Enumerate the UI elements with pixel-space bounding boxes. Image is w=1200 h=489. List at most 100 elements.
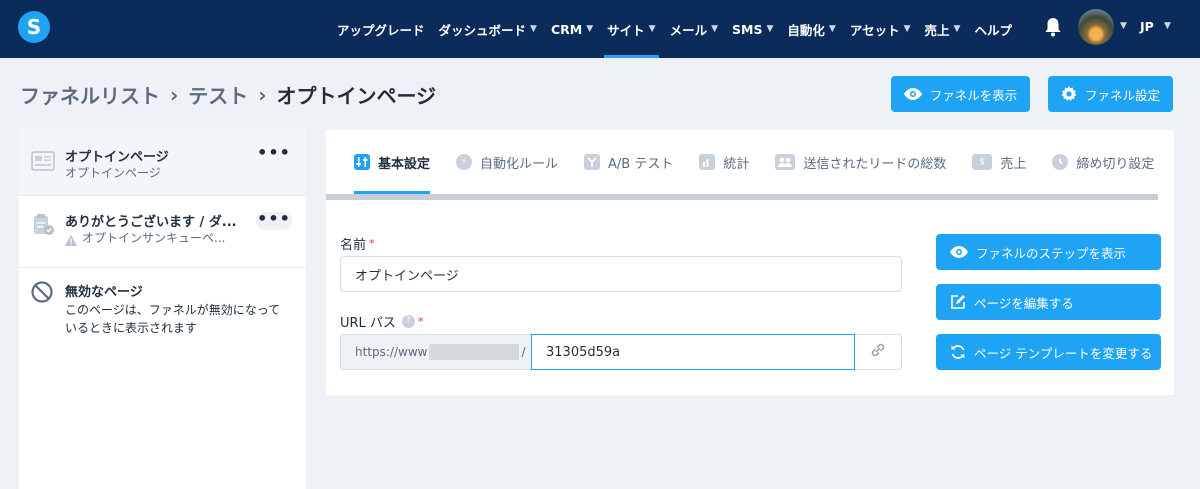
page-card-subtitle: オプトインサンキューペ... bbox=[82, 231, 226, 245]
tab-total-leads[interactable]: 送信されたリードの総数 bbox=[775, 130, 946, 194]
page-card-thankyou[interactable]: ありがとうございます / ダ... オプトインサンキューペ... ••• bbox=[19, 196, 306, 268]
disabled-icon bbox=[31, 281, 53, 307]
chevron-down-icon: ▼ bbox=[766, 24, 774, 34]
thankyou-page-icon bbox=[31, 213, 55, 241]
refresh-icon bbox=[950, 344, 966, 360]
chevron-down-icon: ▼ bbox=[586, 24, 594, 34]
help-icon[interactable]: ? bbox=[401, 315, 415, 328]
edit-icon bbox=[950, 294, 966, 310]
nav-item-label: アセット bbox=[849, 22, 900, 38]
page-card-disabled[interactable]: 無効なページ このページは、ファネルが無効になって いるときに表示されます bbox=[19, 268, 306, 358]
chevron-down-icon: ▼ bbox=[828, 24, 836, 34]
warning-icon bbox=[65, 231, 77, 250]
tab-label: A/B テスト bbox=[608, 156, 674, 172]
show-funnel-steps-button[interactable]: ファネルのステップを表示 bbox=[936, 234, 1161, 270]
tab-deadline-settings[interactable]: 締め切り設定 bbox=[1052, 130, 1154, 194]
breadcrumb-current-page: オプトインページ bbox=[276, 84, 437, 108]
tab-ab-test[interactable]: A/B テスト bbox=[584, 130, 673, 194]
chevron-down-icon: ▼ bbox=[903, 24, 911, 34]
show-funnel-label: ファネルを表示 bbox=[929, 87, 1018, 103]
nav-item-label: SMS bbox=[732, 21, 763, 37]
tab-label: 自動化ルール bbox=[480, 156, 559, 172]
breadcrumb-funnel[interactable]: テスト bbox=[188, 80, 248, 109]
more-options-button[interactable]: ••• bbox=[256, 211, 292, 230]
redacted-domain bbox=[429, 344, 520, 360]
chevron-down-icon[interactable]: ▼ bbox=[1120, 21, 1127, 31]
chevron-down-icon[interactable]: ▼ bbox=[1164, 21, 1171, 31]
page-card-title: ありがとうございます / ダ... bbox=[65, 215, 237, 230]
nav-item-email[interactable]: メール ▼ bbox=[663, 0, 725, 58]
breadcrumb-separator: › bbox=[170, 82, 179, 107]
nav-item-sales[interactable]: 売上 ▼ bbox=[918, 0, 968, 58]
link-icon bbox=[869, 341, 887, 363]
main-menu: アップグレード ダッシュボード ▼ CRM ▼ サイト ▼ メール ▼ SMS ▼ 自動化… bbox=[330, 0, 1019, 58]
tab-stats[interactable]: 統計 bbox=[699, 130, 749, 194]
url-path-input[interactable] bbox=[531, 334, 855, 370]
optin-page-icon bbox=[31, 151, 55, 175]
show-funnel-steps-label: ファネルのステップを表示 bbox=[976, 245, 1127, 261]
nav-item-sms[interactable]: SMS ▼ bbox=[725, 0, 780, 58]
top-navbar: S アップグレード ダッシュボード ▼ CRM ▼ サイト ▼ メール ▼ SMS ▼ 自… bbox=[0, 0, 1200, 58]
show-funnel-button[interactable]: ファネルを表示 bbox=[891, 76, 1030, 112]
split-icon bbox=[584, 154, 601, 170]
breadcrumb: ファネルリスト › テスト › オプトインページ bbox=[20, 80, 436, 109]
nav-item-help[interactable]: ヘルプ bbox=[967, 0, 1019, 58]
name-label-text: 名前 bbox=[340, 238, 367, 253]
url-path-label: URL パス ? * bbox=[340, 312, 423, 331]
nav-item-automation[interactable]: 自動化 ▼ bbox=[780, 0, 842, 58]
funnel-settings-button[interactable]: ファネル設定 bbox=[1048, 76, 1173, 112]
url-prefix-start: https://www bbox=[355, 345, 428, 359]
nav-item-label: ヘルプ bbox=[974, 22, 1012, 38]
chevron-down-icon: ▼ bbox=[648, 24, 656, 34]
page-card-description-line: いるときに表示されます bbox=[65, 321, 198, 335]
tab-label: 送信されたリードの総数 bbox=[803, 156, 947, 172]
nav-item-label: 売上 bbox=[924, 22, 950, 38]
funnel-steps-panel: オプトインページ オプトインページ ••• ありがとうございます / ダ... … bbox=[19, 129, 306, 489]
copy-link-button[interactable] bbox=[855, 334, 902, 370]
funnel-settings-label: ファネル設定 bbox=[1084, 87, 1160, 103]
page-card-title: オプトインページ bbox=[65, 150, 169, 165]
page-settings-panel: 基本設定 ⚡ 自動化ルール A/B テスト 統計 送信されたリードの総数 $ 売… bbox=[326, 130, 1174, 395]
page-name-input[interactable] bbox=[340, 256, 902, 292]
page-card-description-line: このページは、ファネルが無効になって bbox=[65, 303, 281, 317]
url-prefix-end: / bbox=[521, 345, 526, 359]
tab-sales[interactable]: $ 売上 bbox=[972, 130, 1026, 194]
required-mark: * bbox=[369, 237, 375, 250]
nav-item-crm[interactable]: CRM ▼ bbox=[544, 0, 600, 58]
page-card-subtitle: オプトインページ bbox=[65, 166, 161, 180]
bell-icon[interactable] bbox=[1044, 16, 1064, 38]
settings-tabs: 基本設定 ⚡ 自動化ルール A/B テスト 統計 送信されたリードの総数 $ 売… bbox=[326, 130, 1174, 194]
change-template-button[interactable]: ページ テンプレートを変更する bbox=[936, 334, 1161, 370]
nav-item-label: アップグレード bbox=[337, 22, 425, 38]
bar-chart-icon bbox=[699, 154, 716, 170]
nav-item-sites[interactable]: サイト ▼ bbox=[600, 0, 662, 58]
page-card-title: 無効なページ bbox=[65, 285, 143, 300]
edit-page-button[interactable]: ページを編集する bbox=[936, 284, 1161, 320]
url-domain-prefix: https://www / bbox=[340, 334, 531, 370]
url-path-label-text: URL パス bbox=[340, 316, 396, 331]
chevron-down-icon: ▼ bbox=[953, 24, 961, 34]
chevron-down-icon: ▼ bbox=[530, 24, 537, 34]
language-selector[interactable]: JP bbox=[1140, 19, 1154, 34]
tab-basic-settings[interactable]: 基本設定 bbox=[354, 130, 431, 194]
tabs-scrollbar[interactable] bbox=[326, 194, 1158, 200]
nav-item-label: 自動化 bbox=[787, 22, 825, 38]
tab-label: 基本設定 bbox=[378, 156, 431, 172]
eye-icon bbox=[903, 88, 922, 100]
user-avatar[interactable] bbox=[1078, 9, 1114, 45]
tab-label: 売上 bbox=[1000, 156, 1027, 172]
more-options-button[interactable]: ••• bbox=[256, 145, 292, 164]
nav-item-upgrade[interactable]: アップグレード bbox=[330, 0, 432, 58]
app-logo[interactable]: S bbox=[18, 11, 50, 43]
change-template-label: ページ テンプレートを変更する bbox=[974, 345, 1153, 361]
breadcrumb-funnel-list[interactable]: ファネルリスト bbox=[20, 80, 160, 109]
eye-icon bbox=[950, 246, 968, 258]
nav-item-label: サイト bbox=[607, 22, 645, 38]
nav-item-label: ダッシュボード bbox=[438, 22, 527, 38]
tab-automation-rules[interactable]: ⚡ 自動化ルール bbox=[456, 130, 558, 194]
nav-item-label: CRM bbox=[550, 21, 583, 37]
nav-item-dashboard[interactable]: ダッシュボード ▼ bbox=[432, 0, 544, 58]
nav-item-assets[interactable]: アセット ▼ bbox=[843, 0, 918, 58]
page-card-optin[interactable]: オプトインページ オプトインページ ••• bbox=[19, 129, 306, 196]
dollar-icon: $ bbox=[972, 154, 993, 170]
